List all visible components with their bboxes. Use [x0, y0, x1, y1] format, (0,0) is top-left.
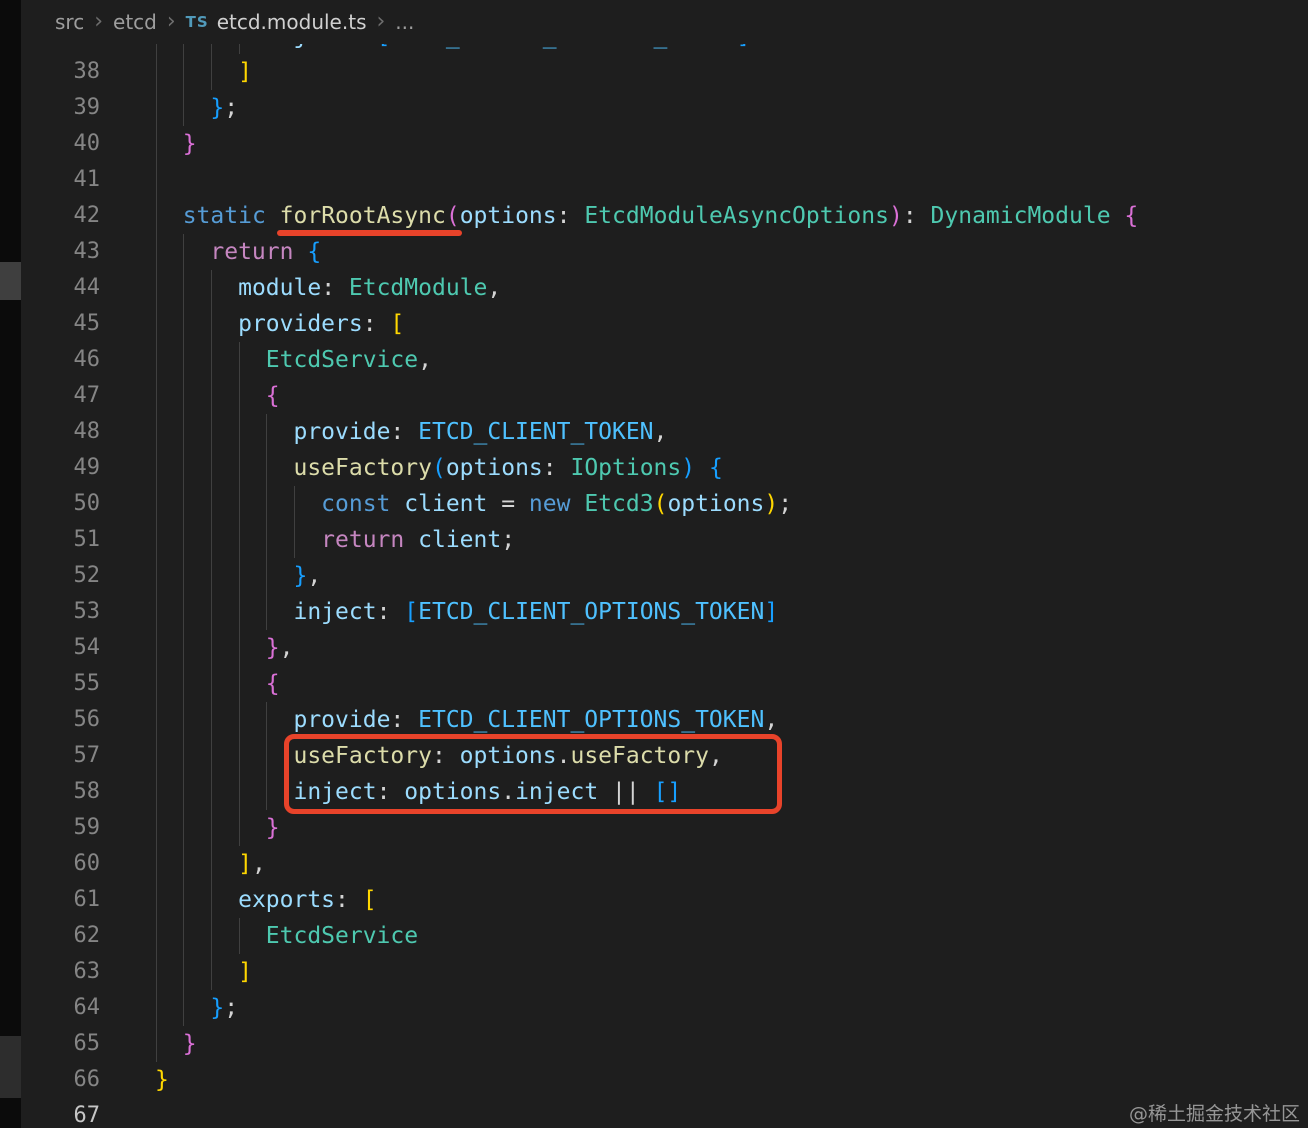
code-line[interactable]: 59 } — [0, 810, 1308, 846]
annotation-red-box — [284, 734, 782, 814]
code-line[interactable]: 65 } — [0, 1026, 1308, 1062]
code-line[interactable]: 55 { — [0, 666, 1308, 702]
code-text[interactable]: }; — [155, 90, 238, 126]
code-line[interactable]: 42 static forRootAsync(options: EtcdModu… — [0, 198, 1308, 234]
code-text[interactable]: exports: [ — [155, 882, 377, 918]
chevron-right-icon: › — [94, 12, 103, 32]
code-line[interactable]: 53 inject: [ETCD_CLIENT_OPTIONS_TOKEN] — [0, 594, 1308, 630]
code-line[interactable]: 52 }, — [0, 558, 1308, 594]
code-text[interactable]: } — [155, 810, 280, 846]
code-text[interactable]: EtcdService, — [155, 342, 432, 378]
breadcrumb-item-etcd[interactable]: etcd — [113, 10, 157, 34]
code-text[interactable]: useFactory(options: IOptions) { — [155, 450, 723, 486]
code-line[interactable]: 62 EtcdService — [0, 918, 1308, 954]
activity-strip — [0, 0, 21, 1128]
code-text[interactable]: provide: ETCD_CLIENT_OPTIONS_TOKEN, — [155, 702, 778, 738]
chevron-right-icon: › — [376, 12, 385, 32]
code-line[interactable]: 50 const client = new Etcd3(options); — [0, 486, 1308, 522]
breadcrumb-symbol-overflow[interactable]: ... — [395, 10, 414, 34]
chevron-right-icon: › — [167, 12, 176, 32]
typescript-file-icon: TS — [186, 13, 209, 31]
code-text[interactable]: ], — [155, 846, 266, 882]
code-line[interactable]: 64 }; — [0, 990, 1308, 1026]
code-text[interactable]: return { — [155, 234, 321, 270]
code-line[interactable]: 54 }, — [0, 630, 1308, 666]
code-text[interactable]: provide: ETCD_CLIENT_TOKEN, — [155, 414, 667, 450]
code-text[interactable]: providers: [ — [155, 306, 404, 342]
code-text[interactable]: }, — [155, 630, 294, 666]
code-text[interactable]: ] — [155, 954, 252, 990]
code-text[interactable]: return client; — [155, 522, 515, 558]
code-line[interactable]: 44 module: EtcdModule, — [0, 270, 1308, 306]
code-area[interactable]: inject: [ETCD_CLIENT_OPTIONS_TOKEN] 38 ]3… — [0, 18, 1308, 1128]
code-line[interactable]: 51 return client; — [0, 522, 1308, 558]
code-line[interactable]: 41 — [0, 162, 1308, 198]
code-line[interactable]: 38 ] — [0, 54, 1308, 90]
breadcrumb-item-filename[interactable]: etcd.module.ts — [217, 10, 367, 34]
code-text[interactable]: EtcdService — [155, 918, 418, 954]
code-line[interactable]: 48 provide: ETCD_CLIENT_TOKEN, — [0, 414, 1308, 450]
code-text[interactable]: module: EtcdModule, — [155, 270, 501, 306]
code-line[interactable]: 47 { — [0, 378, 1308, 414]
code-text[interactable]: static forRootAsync(options: EtcdModuleA… — [155, 198, 1138, 234]
strip-indicator-bottom — [0, 1036, 21, 1098]
code-text[interactable]: { — [155, 666, 280, 702]
code-text[interactable]: } — [155, 126, 197, 162]
code-line[interactable]: 56 provide: ETCD_CLIENT_OPTIONS_TOKEN, — [0, 702, 1308, 738]
code-text[interactable]: { — [155, 378, 280, 414]
code-text[interactable]: } — [155, 1062, 169, 1098]
code-text[interactable]: inject: [ETCD_CLIENT_OPTIONS_TOKEN] — [155, 594, 778, 630]
code-line[interactable]: 63 ] — [0, 954, 1308, 990]
code-line[interactable]: 43 return { — [0, 234, 1308, 270]
code-line[interactable]: 61 exports: [ — [0, 882, 1308, 918]
editor-window: inject: [ETCD_CLIENT_OPTIONS_TOKEN] 38 ]3… — [0, 0, 1308, 1128]
code-text[interactable]: const client = new Etcd3(options); — [155, 486, 792, 522]
breadcrumb-item-src[interactable]: src — [55, 10, 84, 34]
code-text[interactable]: } — [155, 1026, 197, 1062]
code-text[interactable]: ] — [155, 54, 252, 90]
code-line[interactable]: 39 }; — [0, 90, 1308, 126]
watermark: @稀土掘金技术社区 — [1129, 1099, 1300, 1126]
code-line[interactable]: 46 EtcdService, — [0, 342, 1308, 378]
code-line[interactable]: 66} — [0, 1062, 1308, 1098]
code-line[interactable]: 40 } — [0, 126, 1308, 162]
code-line[interactable]: 45 providers: [ — [0, 306, 1308, 342]
strip-indicator-top — [0, 262, 21, 300]
code-text[interactable]: }, — [155, 558, 321, 594]
code-line[interactable]: 67 — [0, 1098, 1308, 1128]
breadcrumb: src › etcd › TS etcd.module.ts › ... — [21, 0, 1308, 44]
code-text[interactable]: }; — [155, 990, 238, 1026]
code-line[interactable]: 49 useFactory(options: IOptions) { — [0, 450, 1308, 486]
code-line[interactable]: 60 ], — [0, 846, 1308, 882]
